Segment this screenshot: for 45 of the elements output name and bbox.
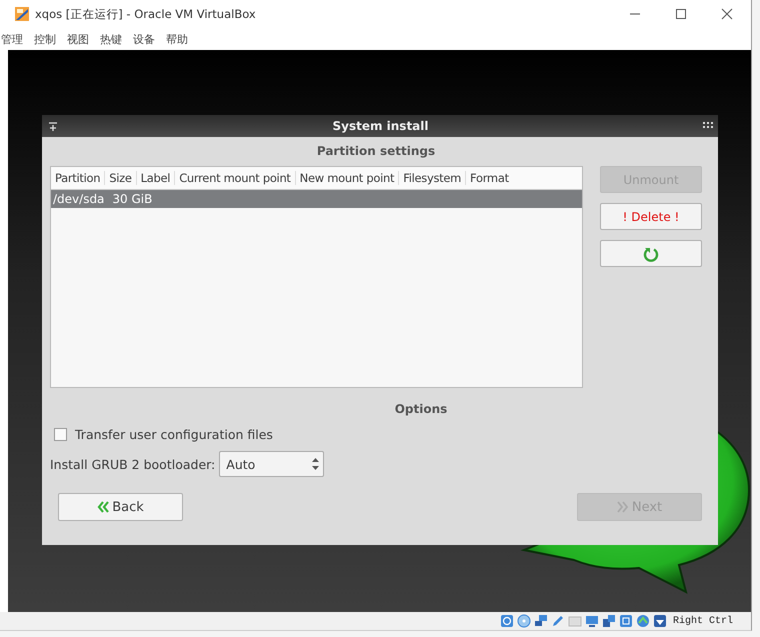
grid-icon[interactable] bbox=[703, 122, 713, 130]
hard-disk-icon[interactable] bbox=[500, 614, 514, 628]
arrow-down-icon[interactable] bbox=[652, 614, 667, 628]
column-header[interactable]: Format bbox=[466, 171, 513, 185]
refresh-button[interactable] bbox=[600, 240, 702, 267]
column-header[interactable]: New mount point bbox=[296, 171, 400, 185]
optical-disc-icon[interactable] bbox=[516, 614, 531, 628]
chip-icon[interactable] bbox=[618, 614, 633, 628]
checkbox-label: Transfer user configuration files bbox=[75, 427, 273, 442]
table-row[interactable]: /dev/sda 30 GiB bbox=[51, 190, 582, 208]
pin-icon[interactable] bbox=[48, 121, 58, 131]
menu-item[interactable]: 视图 bbox=[67, 32, 89, 46]
column-header[interactable]: Current mount point bbox=[175, 171, 296, 185]
network-icon[interactable] bbox=[534, 614, 548, 628]
spinner-arrows-icon bbox=[312, 458, 320, 470]
column-header[interactable]: Size bbox=[105, 171, 137, 185]
menu-item[interactable]: 管理 bbox=[1, 32, 23, 46]
double-chevron-right-icon bbox=[616, 501, 629, 513]
host-key-label: Right Ctrl bbox=[672, 616, 733, 626]
section-title: Partition settings bbox=[316, 144, 436, 158]
column-header[interactable]: Partition bbox=[51, 171, 106, 185]
menu-item[interactable]: 帮助 bbox=[166, 32, 188, 46]
close-icon[interactable] bbox=[721, 8, 733, 20]
column-header[interactable]: Filesystem bbox=[399, 171, 466, 185]
column-header[interactable]: Label bbox=[136, 171, 176, 185]
menu-item[interactable]: 控制 bbox=[34, 32, 56, 46]
table-cell: /dev/sda bbox=[53, 192, 104, 206]
delete-button[interactable]: ! Delete ! bbox=[600, 203, 702, 230]
double-chevron-left-icon bbox=[97, 501, 110, 513]
checkbox[interactable] bbox=[54, 428, 67, 441]
display-icon[interactable] bbox=[584, 614, 599, 628]
menu-item[interactable]: 设备 bbox=[133, 32, 155, 46]
app-icon bbox=[14, 6, 30, 22]
table-cell: 30 GiB bbox=[112, 192, 152, 206]
bootloader-select[interactable]: Auto bbox=[219, 451, 324, 477]
maximize-icon[interactable] bbox=[675, 8, 687, 20]
dialog-title: System install bbox=[332, 119, 429, 133]
globe-icon[interactable] bbox=[636, 614, 650, 628]
grub-label: Install GRUB 2 bootloader: bbox=[50, 456, 216, 472]
back-button[interactable]: Back bbox=[58, 493, 183, 521]
window-title: xqos [正在运行] - Oracle VM VirtualBox bbox=[35, 6, 256, 22]
menu-item[interactable]: 热键 bbox=[100, 32, 122, 46]
pen-icon[interactable] bbox=[550, 614, 565, 628]
section-title: Options bbox=[394, 402, 448, 416]
refresh-icon bbox=[643, 246, 659, 262]
